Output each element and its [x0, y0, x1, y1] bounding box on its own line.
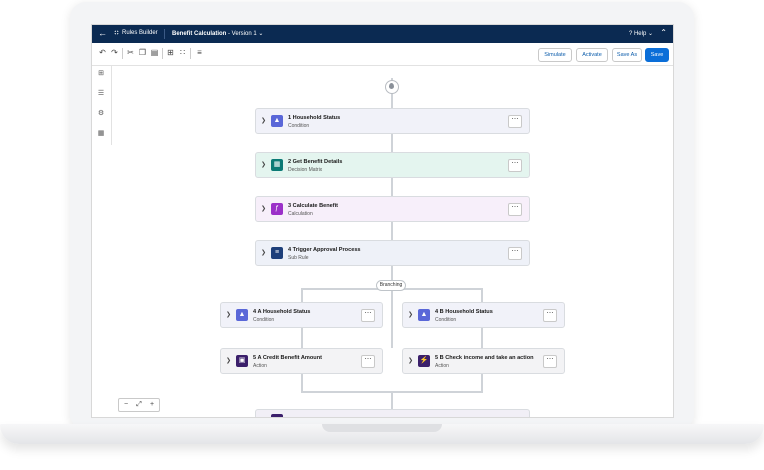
action-icon: [271, 414, 283, 417]
align-icon[interactable]: ≡: [195, 48, 204, 57]
help-menu[interactable]: ? Help ⌄: [629, 30, 653, 37]
chevron-right-icon[interactable]: ❯: [226, 311, 231, 318]
paste-icon[interactable]: ▤: [150, 48, 159, 57]
toolbar: ↶ ↷ ✂ ❐ ▤ ⊞ ∷ ≡ Simulate Activate Save A…: [92, 43, 673, 66]
save-as-button[interactable]: Save As: [612, 48, 642, 62]
app-grid-icon: [114, 30, 119, 35]
chevron-right-icon[interactable]: ❯: [408, 311, 413, 318]
chevron-right-icon[interactable]: ❯: [408, 357, 413, 364]
flow-step-4b-household-status[interactable]: ❯ ▲ 4 B Household Status Condition ⋯: [402, 302, 565, 328]
toolbar-divider: [190, 48, 191, 59]
collapse-icon[interactable]: ⌃: [660, 28, 667, 37]
grid-icon[interactable]: ⊞: [97, 70, 105, 78]
save-button[interactable]: Save: [645, 48, 669, 62]
gear-icon[interactable]: ⚙: [97, 110, 105, 118]
app-switcher[interactable]: Rules Builder: [114, 30, 158, 36]
flow-step-approval-process[interactable]: ❯ ≡ 4 Trigger Approval Process Sub Rule …: [255, 240, 530, 266]
app-name: Rules Builder: [122, 30, 158, 37]
laptop-notch: [322, 424, 442, 432]
rule-title[interactable]: Benefit Calculation - Version 1 ⌄: [172, 30, 263, 37]
rule-version: - Version 1: [226, 31, 257, 37]
more-actions-button[interactable]: ⋯: [508, 159, 522, 172]
zoom-controls: − ⤢ +: [118, 398, 160, 412]
copy-icon[interactable]: ❐: [138, 48, 147, 57]
more-actions-button[interactable]: ⋯: [543, 309, 557, 322]
condition-icon: ▲: [236, 309, 248, 321]
action-icon: ▣: [236, 355, 248, 367]
step-title: 5 B Check income and take an action: [435, 355, 534, 361]
step-title: 4 Trigger Approval Process: [288, 247, 361, 253]
expand-icon[interactable]: ⊞: [166, 48, 175, 57]
chevron-right-icon[interactable]: ❯: [261, 205, 266, 212]
condition-icon: ▲: [418, 309, 430, 321]
fit-screen-icon[interactable]: ⤢: [133, 400, 145, 409]
simulate-button[interactable]: Simulate: [538, 48, 572, 62]
chevron-down-icon: ⌄: [647, 31, 653, 37]
layout-icon[interactable]: ▦: [97, 130, 105, 138]
arrange-icon[interactable]: ∷: [178, 48, 187, 57]
chevron-right-icon[interactable]: ❯: [261, 249, 266, 256]
list-icon[interactable]: ☰: [97, 90, 105, 98]
drop-icon: [389, 83, 394, 89]
flow-step-next-partial[interactable]: [255, 409, 530, 417]
step-title: 5 A Credit Benefit Amount: [253, 355, 322, 361]
zoom-out-icon[interactable]: −: [120, 400, 132, 409]
step-type: Condition: [288, 123, 310, 129]
more-actions-button[interactable]: ⋯: [543, 355, 557, 368]
app-header: ← Rules Builder Benefit Calculation - Ve…: [92, 25, 673, 43]
zoom-in-icon[interactable]: +: [146, 400, 158, 409]
left-sidebar: ⊞ ☰ ⚙ ▦: [92, 65, 112, 145]
more-actions-button[interactable]: ⋯: [361, 309, 375, 322]
flow-step-calculate-benefit[interactable]: ❯ ƒ 3 Calculate Benefit Calculation ⋯: [255, 196, 530, 222]
lightning-icon: ⚡: [418, 355, 430, 367]
step-type: Action: [435, 363, 449, 369]
flow-step-5a-credit-benefit[interactable]: ❯ ▣ 5 A Credit Benefit Amount Action ⋯: [220, 348, 383, 374]
step-title: 4 A Household Status: [253, 309, 311, 315]
more-actions-button[interactable]: ⋯: [508, 247, 522, 260]
step-type: Action: [253, 363, 267, 369]
more-actions-button[interactable]: ⋯: [361, 355, 375, 368]
flow-step-5b-check-income[interactable]: ❯ ⚡ 5 B Check income and take an action …: [402, 348, 565, 374]
back-arrow-icon[interactable]: ←: [98, 28, 107, 39]
toolbar-divider: [162, 48, 163, 59]
start-node[interactable]: [385, 80, 399, 94]
step-type: Calculation: [288, 211, 313, 217]
toolbar-divider: [122, 48, 123, 59]
redo-icon[interactable]: ↷: [110, 48, 119, 57]
header-divider: [164, 29, 165, 39]
help-icon: ?: [628, 31, 633, 37]
app-window: ← Rules Builder Benefit Calculation - Ve…: [91, 24, 674, 418]
flow-step-benefit-details[interactable]: ❯ ▦ 2 Get Benefit Details Decision Matri…: [255, 152, 530, 178]
more-actions-button[interactable]: ⋯: [508, 203, 522, 216]
more-actions-button[interactable]: ⋯: [508, 115, 522, 128]
chevron-down-icon: ⌄: [258, 31, 264, 37]
step-title: 4 B Household Status: [435, 309, 493, 315]
step-title: 2 Get Benefit Details: [288, 159, 343, 165]
step-type: Condition: [435, 317, 457, 323]
step-title: 1 Household Status: [288, 115, 341, 121]
undo-icon[interactable]: ↶: [98, 48, 107, 57]
branching-label: Branching: [376, 280, 406, 291]
sub-rule-icon: ≡: [271, 247, 283, 259]
calculation-icon: ƒ: [271, 203, 283, 215]
flow-canvas[interactable]: ❯ ▲ 1 Household Status Condition ⋯ ❯ ▦ 2…: [112, 66, 673, 417]
step-type: Condition: [253, 317, 275, 323]
cut-icon[interactable]: ✂: [126, 48, 135, 57]
rule-name: Benefit Calculation: [172, 31, 227, 37]
decision-matrix-icon: ▦: [271, 159, 283, 171]
help-label: Help: [633, 31, 647, 37]
flow-step-household-status[interactable]: ❯ ▲ 1 Household Status Condition ⋯: [255, 108, 530, 134]
step-type: Decision Matrix: [288, 167, 323, 173]
condition-icon: ▲: [271, 115, 283, 127]
chevron-right-icon[interactable]: ❯: [261, 117, 266, 124]
chevron-right-icon[interactable]: ❯: [261, 161, 266, 168]
step-type: Sub Rule: [288, 255, 309, 261]
activate-button[interactable]: Activate: [576, 48, 608, 62]
chevron-right-icon[interactable]: ❯: [226, 357, 231, 364]
flow-step-4a-household-status[interactable]: ❯ ▲ 4 A Household Status Condition ⋯: [220, 302, 383, 328]
step-title: 3 Calculate Benefit: [288, 203, 339, 209]
